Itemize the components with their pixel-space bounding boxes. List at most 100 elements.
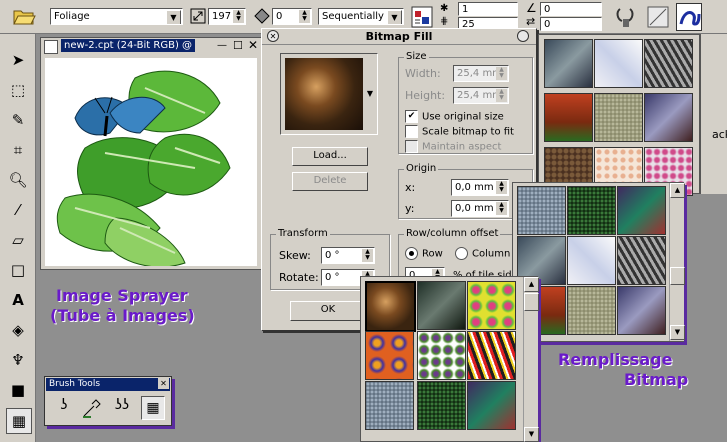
pattern-tile[interactable]	[567, 236, 616, 285]
spinner-arrows-icon[interactable]: ▲▼	[496, 67, 507, 80]
pattern-tile[interactable]	[644, 93, 693, 142]
pattern-tile[interactable]	[365, 281, 416, 332]
scroll-thumb[interactable]	[670, 267, 685, 285]
dabs-value: 1	[462, 4, 469, 15]
scroll-down-icon[interactable]: ▼	[670, 325, 685, 340]
delete-button[interactable]: Delete	[292, 172, 368, 191]
spinner-arrows-icon[interactable]: ▲▼	[496, 89, 507, 102]
spinner-arrows-icon[interactable]: ▲▼	[496, 181, 507, 194]
dabs-spinner[interactable]: 1	[458, 2, 518, 16]
pick-tool-icon[interactable]: ➤	[6, 48, 30, 72]
palette-scrollbar[interactable]: ▲ ▼	[669, 183, 685, 341]
brush-tools-title-bar[interactable]: Brush Tools ✕	[46, 378, 170, 391]
document-title-bar[interactable]: new-2.cpt (24-Bit RGB) @ — ☐ ✕	[41, 38, 262, 56]
load-button[interactable]: Load...	[292, 147, 368, 166]
image-sprayer-tool-icon[interactable]: ▦	[6, 408, 32, 434]
scroll-down-icon[interactable]: ▼	[524, 427, 539, 442]
origin-x-value: 0,0 mm	[455, 182, 494, 193]
pattern-tile[interactable]	[417, 381, 466, 430]
column-radio[interactable]: Column	[455, 247, 510, 260]
pattern-tile[interactable]	[594, 39, 643, 88]
rotation-spinner[interactable]: 0 ▲ ▼	[272, 8, 312, 25]
pattern-tile[interactable]	[567, 186, 616, 235]
text-tool-icon[interactable]: A	[6, 288, 30, 312]
toolbox: ➤ ⬚ ✎ ⌗ 🔍︎ ⁄ ▱ □ A ◈ ♆ ■ ▦	[0, 34, 36, 442]
preset-dropdown[interactable]: Foliage ▼	[50, 8, 183, 25]
pattern-tile[interactable]	[567, 286, 616, 335]
order-dropdown[interactable]: Sequentially ▼	[318, 8, 404, 25]
minimize-icon[interactable]: —	[217, 40, 227, 51]
offset-spinner[interactable]: 0	[540, 17, 602, 31]
eraser-tool-icon[interactable]: ▱	[6, 228, 30, 252]
pattern-tile[interactable]	[467, 281, 516, 330]
scroll-thumb[interactable]	[524, 293, 539, 311]
knife-tool-icon[interactable]: ✎	[6, 108, 30, 132]
pattern-preview-picker[interactable]: ▼	[280, 53, 378, 135]
origin-y-input[interactable]: 0,0 mm ▲ ▼	[451, 200, 509, 217]
scroll-up-icon[interactable]: ▲	[524, 277, 539, 292]
pattern-tile[interactable]	[365, 331, 414, 380]
chevron-down-icon[interactable]: ▼	[387, 10, 402, 24]
row-radio[interactable]: Row	[405, 247, 443, 260]
angle-spinner[interactable]: 0	[540, 2, 602, 16]
pattern-tile[interactable]	[544, 93, 593, 142]
canvas[interactable]	[45, 58, 257, 266]
pattern-tile[interactable]	[365, 381, 414, 430]
skew-input[interactable]: 0 ° ▲ ▼	[321, 247, 375, 264]
eyedropper-tool-icon[interactable]: ⁄	[6, 198, 30, 222]
pattern-tile[interactable]	[594, 93, 643, 142]
brush-stroke-icon[interactable]	[676, 3, 702, 31]
origin-x-input[interactable]: 0,0 mm ▲ ▼	[451, 179, 509, 196]
image-sprayer-caption: Image Sprayer (Tube à Images)	[50, 286, 195, 326]
pattern-tile[interactable]	[617, 186, 666, 235]
maintain-check	[405, 140, 418, 153]
dialog-title-bar[interactable]: ✕ Bitmap Fill	[262, 29, 536, 45]
pattern-tile[interactable]	[617, 236, 666, 285]
crop-tool-icon[interactable]: ⌗	[6, 138, 30, 162]
paint-brush-icon[interactable]	[81, 397, 103, 419]
size-spinner[interactable]: 197 ▲ ▼	[208, 8, 246, 25]
pattern-tile[interactable]	[544, 39, 593, 88]
color-swatch-icon[interactable]: ■	[6, 378, 30, 402]
flyout-close-icon[interactable]: ✕	[158, 378, 169, 389]
open-folder-icon[interactable]	[12, 5, 36, 27]
scale-to-fit-checkbox[interactable]: Scale bitmap to fit	[405, 125, 514, 138]
angle-icon: ∠	[526, 1, 537, 15]
chevron-down-icon[interactable]: ▼	[166, 10, 181, 24]
playlist-icon[interactable]	[410, 5, 434, 29]
palette-scrollbar[interactable]: ▲ ▼	[523, 277, 539, 442]
pattern-tile[interactable]	[417, 331, 466, 380]
pattern-tile[interactable]	[517, 186, 566, 235]
pattern-tile[interactable]	[467, 331, 516, 380]
chevron-down-icon[interactable]: ▼	[365, 58, 375, 130]
height-input[interactable]: 25,4 mm ▲ ▼	[453, 87, 509, 104]
spinner-arrows-icon[interactable]: ▲▼	[233, 10, 244, 23]
use-original-checkbox[interactable]: ✔ Use original size	[405, 110, 504, 123]
image-sprayer-icon[interactable]: ▦	[141, 396, 165, 420]
effect-brush-icon[interactable]: ʖ	[53, 397, 75, 419]
dialog-rollup-icon[interactable]	[517, 30, 529, 42]
spinner-arrows-icon[interactable]: ▲▼	[362, 249, 373, 262]
scroll-up-icon[interactable]: ▲	[670, 183, 685, 198]
ok-button[interactable]: OK	[290, 301, 366, 321]
shape-tool-icon[interactable]: ⬚	[6, 78, 30, 102]
maintain-aspect-checkbox[interactable]: Maintain aspect	[405, 140, 501, 153]
spinner-arrows-icon[interactable]: ▲▼	[299, 10, 310, 23]
fill-tool-icon[interactable]: ◈	[6, 318, 30, 342]
dialog-title: Bitmap Fill	[365, 30, 433, 43]
rectangle-tool-icon[interactable]: □	[6, 258, 30, 282]
clear-effect-icon[interactable]	[646, 5, 670, 29]
spray-tool-icon[interactable]	[614, 5, 640, 29]
pattern-tile[interactable]	[644, 39, 693, 88]
zoom-tool-icon[interactable]: 🔍︎	[6, 168, 30, 192]
pattern-tile[interactable]	[417, 281, 466, 330]
clone-brush-icon[interactable]: ʖʖ	[111, 397, 133, 419]
close-icon[interactable]: ✕	[248, 38, 258, 52]
effect-tool-icon[interactable]: ♆	[6, 348, 30, 372]
pattern-tile[interactable]	[617, 286, 666, 335]
width-input[interactable]: 25,4 mm ▲ ▼	[453, 65, 509, 82]
maximize-icon[interactable]: ☐	[233, 39, 243, 52]
brush-tools-title: Brush Tools	[49, 379, 101, 389]
spinner-arrows-icon[interactable]: ▲▼	[496, 202, 507, 215]
pattern-tile[interactable]	[467, 381, 516, 430]
